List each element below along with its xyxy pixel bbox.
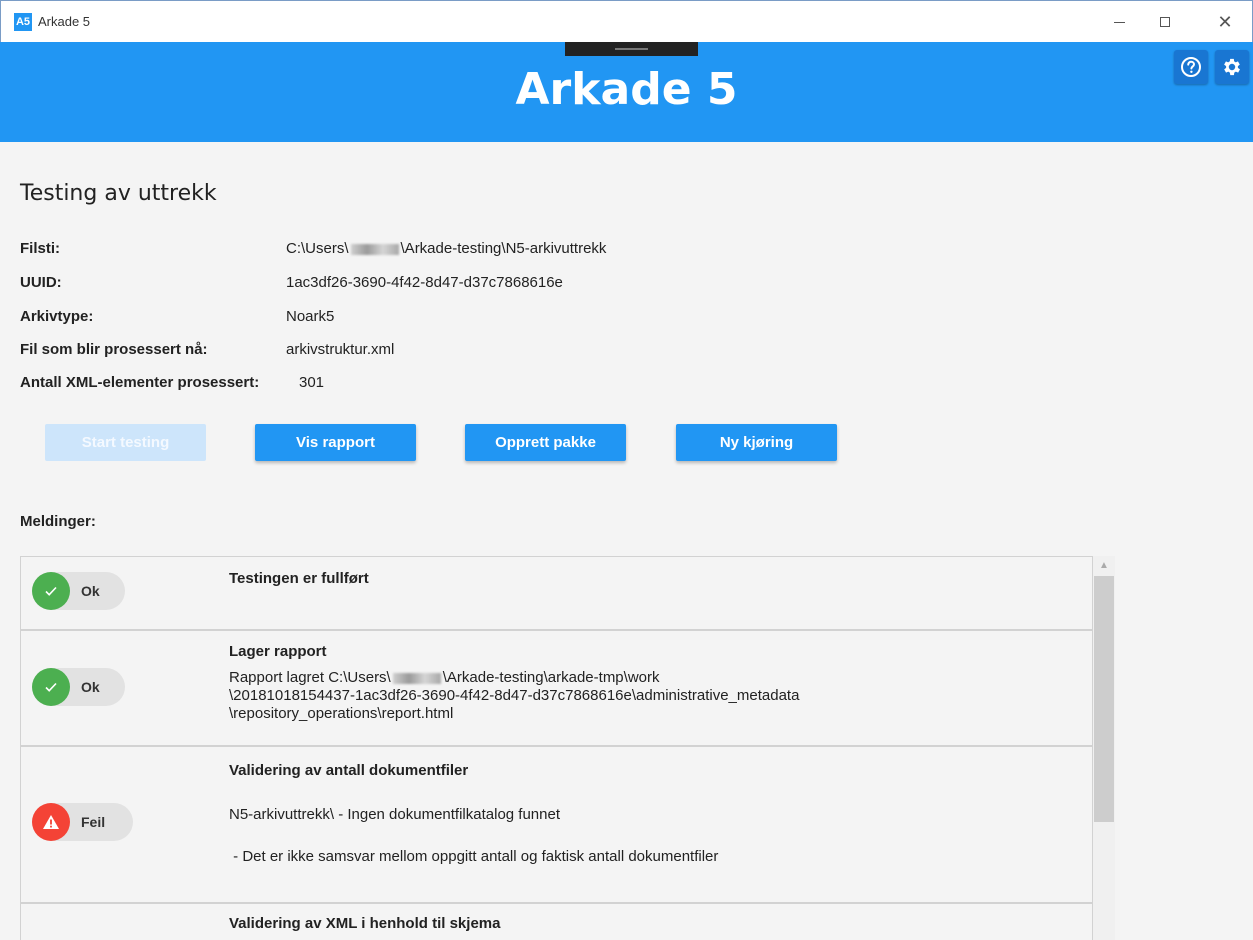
status-badge: Ok — [32, 668, 125, 706]
report-path-prefix: Rapport lagret C:\Users\ — [229, 669, 391, 686]
maximize-icon — [1160, 17, 1170, 27]
info-value-uuid: 1ac3df26-3690-4f42-8d47-d37c7868616e — [286, 274, 563, 291]
status-label: Feil — [81, 814, 106, 830]
app-icon: A5 — [14, 13, 32, 31]
message-title: Lager rapport — [229, 643, 327, 660]
message-line: N5-arkivuttrekk\ - Ingen dokumentfilkata… — [229, 806, 561, 823]
app-header: Arkade 5 — [0, 42, 1253, 142]
info-value-filsti: C:\Users\ \Arkade-testing\N5-arkivuttrekk — [286, 240, 606, 257]
status-label: Ok — [81, 679, 100, 695]
filsti-suffix: \Arkade-testing\N5-arkivuttrekk — [400, 240, 607, 257]
gear-icon — [1224, 58, 1240, 76]
minimize-button[interactable] — [1096, 1, 1142, 43]
page-title: Testing av uttrekk — [20, 181, 217, 206]
opprett-pakke-button[interactable]: Opprett pakke — [465, 424, 626, 461]
settings-button[interactable] — [1215, 50, 1249, 84]
list-item: Ok Lager rapport Rapport lagret C:\Users… — [20, 630, 1093, 746]
drag-handle[interactable] — [565, 42, 698, 56]
maximize-button[interactable] — [1142, 1, 1188, 43]
check-icon — [45, 682, 57, 692]
scrollbar-thumb[interactable] — [1094, 576, 1114, 822]
ny-kjoring-button[interactable]: Ny kjøring — [676, 424, 837, 461]
status-circle — [32, 803, 70, 841]
messages-label: Meldinger: — [20, 513, 96, 530]
info-label-xml-count: Antall XML-elementer prosessert: — [20, 374, 260, 391]
close-button[interactable]: ✕ — [1202, 1, 1248, 43]
close-icon: ✕ — [1217, 11, 1233, 33]
message-line: - Det er ikke samsvar mellom oppgitt ant… — [229, 848, 719, 865]
report-path-suffix: \Arkade-testing\arkade-tmp\work — [442, 669, 660, 686]
app-title: Arkade 5 — [515, 64, 738, 115]
info-label-filsti: Filsti: — [20, 240, 60, 257]
message-list-scrollbar[interactable]: ▲ — [1093, 556, 1115, 940]
window-title: Arkade 5 — [38, 14, 91, 29]
info-value-current-file: arkivstruktur.xml — [286, 341, 395, 358]
message-title: Testingen er fullført — [229, 570, 369, 587]
vis-rapport-button[interactable]: Vis rapport — [255, 424, 416, 461]
info-label-uuid: UUID: — [20, 274, 62, 291]
status-circle — [32, 668, 70, 706]
scroll-up-icon[interactable]: ▲ — [1093, 556, 1115, 576]
info-value-xml-count: 301 — [299, 374, 325, 391]
minimize-icon — [1113, 21, 1125, 23]
warning-icon — [43, 815, 59, 829]
check-icon — [45, 586, 57, 596]
list-item: Validering av XML i henhold til skjema — [20, 903, 1093, 940]
drag-handle-grip — [615, 48, 648, 50]
message-line: \repository_operations\report.html — [229, 705, 454, 722]
info-label-arkivtype: Arkivtype: — [20, 308, 94, 325]
redacted-username — [350, 243, 399, 255]
list-item: Feil Validering av antall dokumentfiler … — [20, 746, 1093, 903]
message-title: Validering av XML i henhold til skjema — [229, 915, 501, 932]
help-icon — [1181, 57, 1201, 77]
info-label-current-file: Fil som blir prosessert nå: — [20, 341, 208, 358]
redacted-username — [392, 672, 441, 684]
message-line: \20181018154437-1ac3df26-3690-4f42-8d47-… — [229, 687, 800, 704]
list-item: Ok Testingen er fullført — [20, 556, 1093, 630]
message-list: Ok Testingen er fullført Ok Lager rappor… — [20, 556, 1093, 940]
status-label: Ok — [81, 583, 100, 599]
window-titlebar: A5 Arkade 5 ✕ — [0, 0, 1253, 42]
status-circle — [32, 572, 70, 610]
message-title: Validering av antall dokumentfiler — [229, 762, 469, 779]
status-badge: Feil — [32, 803, 133, 841]
message-line: Rapport lagret C:\Users\ \Arkade-testing\… — [229, 669, 799, 687]
info-value-arkivtype: Noark5 — [286, 308, 335, 325]
status-badge: Ok — [32, 572, 125, 610]
start-testing-button[interactable]: Start testing — [45, 424, 206, 461]
message-body: Rapport lagret C:\Users\ \Arkade-testing\… — [229, 669, 799, 723]
filsti-prefix: C:\Users\ — [286, 240, 349, 257]
help-button[interactable] — [1174, 50, 1208, 84]
